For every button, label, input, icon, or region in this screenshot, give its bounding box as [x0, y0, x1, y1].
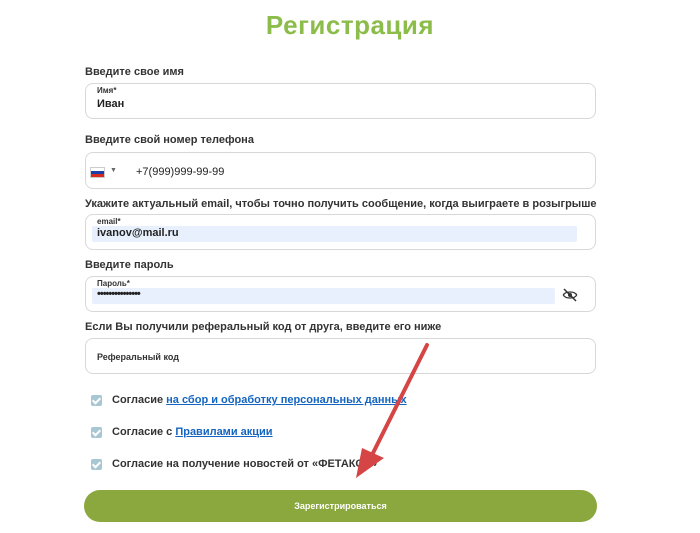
page-title: Регистрация [265, 10, 435, 40]
personal-data-link[interactable]: на сбор и обработку персональных данных [166, 394, 407, 406]
consent-news[interactable]: Согласие на получение новостей от «ФЕТАК… [91, 458, 377, 470]
phone-label: Введите свой номер телефона [85, 134, 254, 146]
password-field[interactable]: Пароль* ••••••••••••••• [85, 276, 596, 312]
name-float-label: Имя* [97, 86, 117, 95]
checkbox-news[interactable] [91, 458, 102, 470]
eye-off-icon[interactable] [562, 287, 578, 303]
name-value[interactable]: Иван [97, 98, 124, 110]
rules-link[interactable]: Правилами акции [175, 426, 272, 438]
email-label: Укажите актуальный email, чтобы точно по… [85, 198, 597, 210]
phone-field[interactable]: ▼ +7(999)999-99-99 [85, 152, 596, 189]
phone-value[interactable]: +7(999)999-99-99 [136, 166, 224, 178]
consent-personal-data-text: Согласие [112, 394, 167, 406]
password-label: Введите пароль [85, 259, 174, 271]
checkbox-personal-data[interactable] [91, 394, 102, 406]
consent-personal-data[interactable]: Согласие на сбор и обработку персональны… [91, 394, 407, 406]
email-field[interactable]: email* ivanov@mail.ru [85, 214, 596, 250]
register-button[interactable]: Зарегистрироваться [84, 490, 597, 522]
russia-flag-icon[interactable] [90, 167, 105, 178]
consent-news-text: Согласие на получение новостей от «ФЕТАК… [112, 458, 378, 470]
email-value[interactable]: ivanov@mail.ru [97, 227, 179, 239]
referral-label: Если Вы получили реферальный код от друг… [85, 321, 442, 333]
consent-rules[interactable]: Согласие с Правилами акции [91, 426, 273, 438]
password-float-label: Пароль* [97, 279, 130, 288]
email-float-label: email* [97, 217, 121, 226]
name-label: Введите свое имя [85, 66, 184, 78]
name-field[interactable]: Имя* Иван [85, 83, 596, 119]
country-dropdown-icon[interactable]: ▼ [110, 167, 117, 174]
consent-rules-text: Согласие с [112, 426, 176, 438]
password-autofill-highlight [92, 288, 555, 304]
checkbox-rules[interactable] [91, 426, 102, 438]
referral-placeholder[interactable]: Реферальный код [97, 352, 179, 362]
password-value[interactable]: ••••••••••••••• [97, 288, 141, 300]
referral-field[interactable]: Реферальный код [85, 338, 596, 374]
